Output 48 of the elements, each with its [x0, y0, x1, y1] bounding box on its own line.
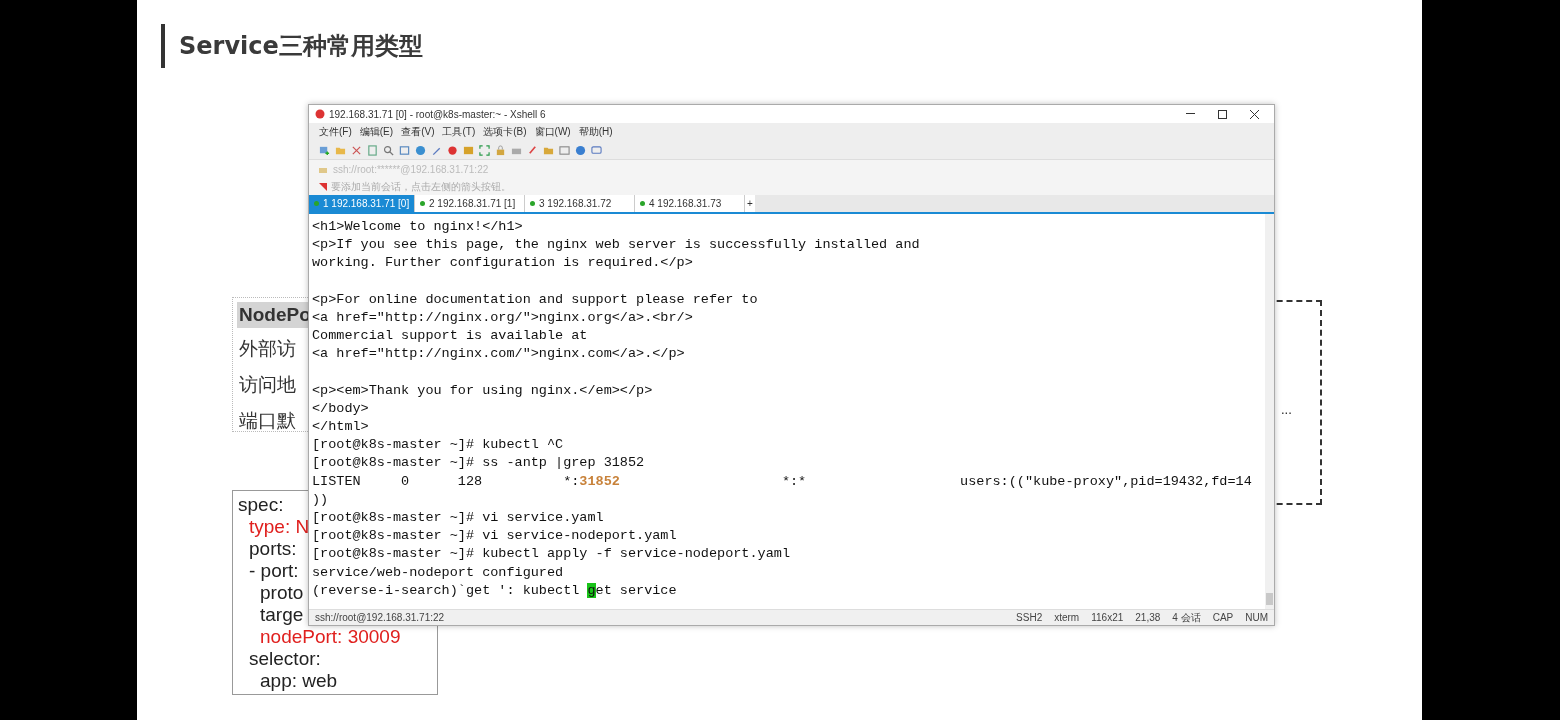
code-line: type: N: [249, 516, 310, 538]
menu-item[interactable]: 工具(T): [442, 125, 476, 139]
note-text: 外部访: [238, 337, 297, 361]
window-title: 192.168.31.71 [0] - root@k8s-master:~ - Xshell 6: [329, 108, 547, 120]
menu-item[interactable]: 文件(F): [319, 125, 352, 139]
code-line: selector:: [249, 648, 321, 670]
minimize-icon[interactable]: [1185, 113, 1195, 115]
code-line: targe: [260, 604, 304, 626]
scissors-icon[interactable]: [351, 144, 362, 156]
maximize-icon[interactable]: [1217, 109, 1227, 119]
terminal-output: <h1>Welcome to nginx!</h1> <p>If you see this page, the nginx web server is successfully installed and working. Further configuration is required.</p> <p>For online documentation and support please refer to <a href="http://nginx.org/">nginx.org</a>.<br/> Commercial support is available at <a href="http://nginx.com/">nginx.com</a>.</p> <p><em>Thank you for using nginx.</em></p> </body> </html> [root@k8s-master ~]# kubectl ^C [root@k8s-master ~]# ss -antp |grep 31852 LISTEN 0 128 *:31852 *:* users:(("kube-proxy",pid=19432,fd=14 )) [root@k8s-master ~]# vi service.yaml [root@k8s-master ~]# vi service-nodeport.yaml [root@k8s-master ~]# kubectl apply -f service-nodeport.yaml service/web-nodeport configured (reverse-i-search)`get ': kubectl get service: [311, 218, 1253, 600]
session-tab[interactable]: 3 192.168.31.72: [525, 195, 635, 212]
menu-item[interactable]: 编辑(E): [359, 125, 394, 139]
session-tab[interactable]: 1 192.168.31.71 [0]: [309, 195, 415, 212]
code-line: ports:: [249, 538, 297, 560]
status-text: NUM: [1245, 612, 1268, 623]
menu-item[interactable]: 查看(V): [401, 125, 435, 139]
arrow-icon[interactable]: [319, 182, 327, 191]
new-tab-button[interactable]: +: [745, 195, 755, 212]
window-icon[interactable]: [399, 144, 410, 156]
search-icon[interactable]: [383, 144, 394, 156]
status-text: CAP: [1212, 612, 1234, 623]
status-text: SSH2: [1016, 612, 1043, 623]
fullscreen-icon[interactable]: [479, 144, 490, 156]
new-session-icon[interactable]: [319, 144, 330, 156]
session-tab[interactable]: 4 192.168.31.73: [635, 195, 745, 212]
session-tab[interactable]: 2 192.168.31.71 [1]: [415, 195, 525, 212]
menu-item[interactable]: 选项卡(B): [483, 125, 527, 139]
close-icon[interactable]: [1249, 109, 1259, 119]
status-text: xterm: [1054, 612, 1080, 623]
code-line: - port:: [249, 560, 299, 582]
slide-title: Service三种常用类型: [179, 31, 423, 62]
status-text: ssh://root@192.168.31.71:22: [315, 612, 445, 623]
status-text: 4 会话: [1172, 610, 1201, 625]
code-line: proto: [260, 582, 304, 604]
code-line: nodePort: 30009: [260, 626, 401, 648]
code-line: spec:: [238, 494, 284, 516]
note-text: 端口默: [238, 409, 297, 433]
hint-text: 要添加当前会话，点击左侧的箭头按钮。: [331, 179, 511, 194]
menu-item[interactable]: 窗口(W): [534, 125, 571, 139]
menu-item[interactable]: 帮助(H): [578, 125, 613, 139]
ellipsis-text: ...: [1281, 402, 1292, 417]
document-icon[interactable]: [367, 144, 378, 156]
note-text: 访问地: [238, 373, 297, 397]
status-text: 21,38: [1135, 612, 1161, 623]
status-text: 116x21: [1091, 612, 1124, 623]
pin-icon[interactable]: [527, 144, 538, 156]
code-line: app: web: [260, 670, 338, 692]
